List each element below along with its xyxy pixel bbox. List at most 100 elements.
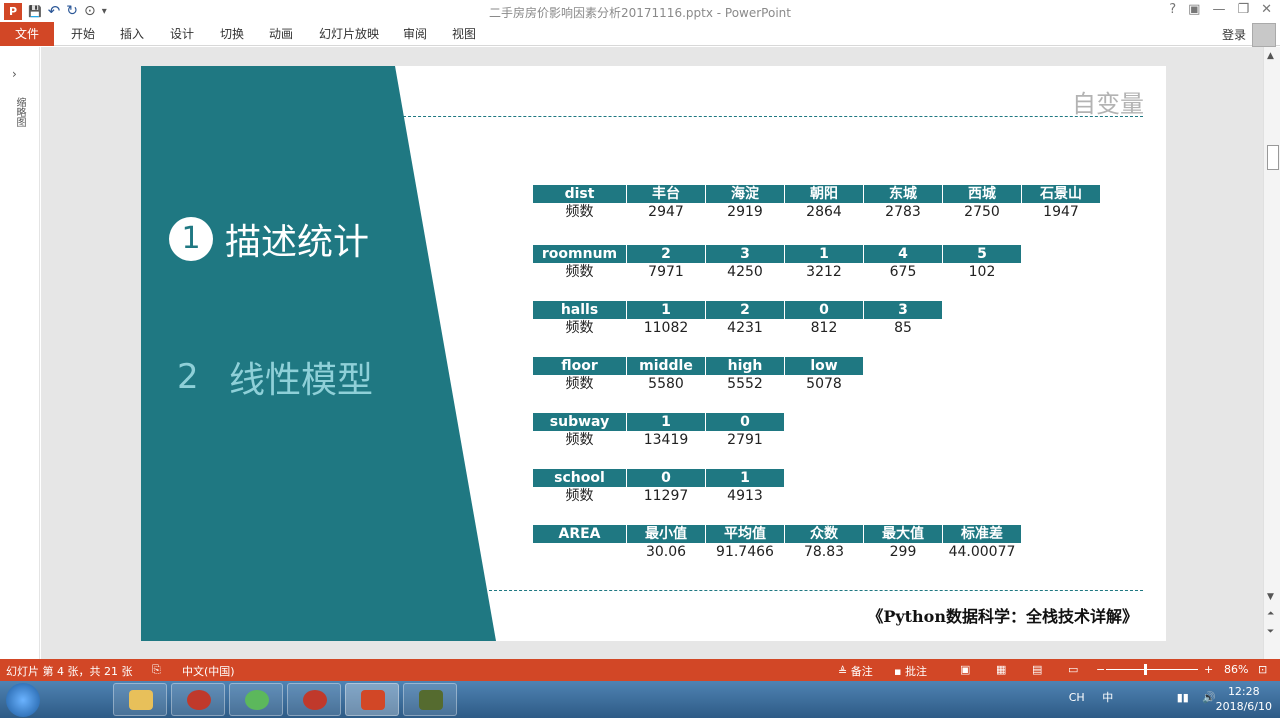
login-link[interactable]: 登录 bbox=[1222, 26, 1246, 43]
language-bar[interactable]: CH bbox=[1069, 691, 1085, 704]
status-bar: 幻灯片 第 4 张，共 21 张 ⎘ 中文(中国) ≜ 备注 ▪ 批注 ▣ ▦ … bbox=[0, 659, 1280, 681]
minimize-icon[interactable]: — bbox=[1212, 2, 1225, 17]
tab-view[interactable]: 视图 bbox=[452, 22, 476, 46]
zoom-level[interactable]: 86% bbox=[1224, 663, 1248, 676]
taskbar-powerpoint[interactable] bbox=[345, 683, 399, 716]
prev-slide-icon[interactable]: ⏶ bbox=[1267, 609, 1274, 619]
language-indicator[interactable]: 中文(中国) bbox=[182, 663, 235, 679]
table-cell: 299 bbox=[864, 543, 943, 561]
tab-slideshow[interactable]: 幻灯片放映 bbox=[319, 22, 379, 46]
tab-insert[interactable]: 插入 bbox=[120, 22, 144, 46]
expand-pane-icon[interactable]: › bbox=[12, 67, 17, 81]
tab-file[interactable]: 文件 bbox=[0, 22, 54, 46]
table-cell: 2791 bbox=[706, 431, 785, 449]
start-button[interactable] bbox=[6, 683, 40, 717]
table-row: 频数 13419 2791 bbox=[533, 431, 785, 449]
fit-slide-icon[interactable]: ⊡ bbox=[1258, 663, 1267, 676]
data-table: dist 丰台 海淀 朝阳 东城 西城 石景山 频数 2947 2919 2864 2783 2750 1… bbox=[533, 185, 1101, 221]
table-cell: 2864 bbox=[785, 203, 864, 221]
zoom-slider-thumb[interactable] bbox=[1144, 664, 1147, 675]
tab-design[interactable]: 设计 bbox=[170, 22, 194, 46]
reading-view-icon[interactable]: ▤ bbox=[1032, 663, 1042, 676]
app-icon bbox=[419, 690, 443, 710]
slide-count: 幻灯片 第 4 张，共 21 张 bbox=[6, 665, 133, 678]
table-header-cell: 3 bbox=[706, 245, 785, 263]
powerpoint-icon bbox=[361, 690, 385, 710]
ime-indicator[interactable]: 中 bbox=[1102, 691, 1113, 704]
slide-sorter-icon[interactable]: ▦ bbox=[996, 663, 1006, 676]
table-row: 频数 11082 4231 812 85 bbox=[533, 319, 943, 337]
table-cell: 4913 bbox=[706, 487, 785, 505]
table-header-cell: 0 bbox=[785, 301, 864, 319]
zoom-out-button[interactable]: − bbox=[1096, 663, 1105, 676]
scroll-down-icon[interactable]: ▼ bbox=[1267, 592, 1274, 602]
zoom-slider[interactable] bbox=[1106, 669, 1198, 670]
volume-icon[interactable]: 🔊 bbox=[1202, 691, 1216, 704]
table-header-cell: 0 bbox=[706, 413, 785, 431]
app-icon bbox=[303, 690, 327, 710]
table-cell: 11297 bbox=[627, 487, 706, 505]
table-cell: 频数 bbox=[533, 487, 627, 505]
spell-check-icon[interactable]: ⎘ bbox=[152, 663, 161, 677]
help-icon[interactable]: ? bbox=[1169, 2, 1176, 17]
clock-date: 2018/6/10 bbox=[1215, 700, 1272, 713]
table-row: 30.06 91.7466 78.83 299 44.00077 bbox=[533, 543, 1022, 561]
app-icon bbox=[187, 690, 211, 710]
table-header-cell: 石景山 bbox=[1022, 185, 1101, 203]
taskbar-app-3[interactable] bbox=[287, 683, 341, 716]
agenda-item-2: 2 线性模型 bbox=[177, 351, 373, 403]
table-header-cell: 1 bbox=[785, 245, 864, 263]
taskbar-app-1[interactable] bbox=[171, 683, 225, 716]
tab-home[interactable]: 开始 bbox=[71, 22, 95, 46]
table-header-row: school 0 1 bbox=[533, 469, 785, 487]
clock-time: 12:28 bbox=[1227, 685, 1260, 698]
comments-button[interactable]: ▪ 批注 bbox=[894, 663, 927, 679]
network-icon[interactable]: ▮▮ bbox=[1177, 691, 1189, 704]
table-header-row: dist 丰台 海淀 朝阳 东城 西城 石景山 bbox=[533, 185, 1101, 203]
table-cell: 11082 bbox=[627, 319, 706, 337]
data-table: floor middle high low 频数 5580 5552 5078 bbox=[533, 357, 864, 393]
table-cell: 78.83 bbox=[785, 543, 864, 561]
tab-animations[interactable]: 动画 bbox=[269, 22, 293, 46]
book-citation: 《Python数据科学：全栈技术详解》 bbox=[867, 607, 1138, 626]
thumbnail-pane-collapsed: › 缩略图 bbox=[0, 47, 40, 659]
table-header-row: roomnum 2 3 1 4 5 bbox=[533, 245, 1022, 263]
next-slide-icon[interactable]: ⏷ bbox=[1267, 627, 1274, 637]
table-cell bbox=[533, 543, 627, 561]
taskbar-explorer[interactable] bbox=[113, 683, 167, 716]
vertical-scrollbar[interactable]: ▲ ▼ ⏶ ⏷ bbox=[1263, 47, 1280, 659]
window-title: 二手房房价影响因素分析20171116.pptx - PowerPoint bbox=[489, 6, 791, 20]
zoom-in-button[interactable]: + bbox=[1204, 663, 1213, 676]
scrollbar-thumb[interactable] bbox=[1267, 145, 1279, 170]
normal-view-icon[interactable]: ▣ bbox=[960, 663, 970, 676]
user-avatar[interactable] bbox=[1252, 23, 1276, 47]
ribbon-display-icon[interactable]: ▣ bbox=[1188, 2, 1200, 17]
table-cell: 2783 bbox=[864, 203, 943, 221]
taskbar-clock[interactable]: 12:28 2018/6/10 bbox=[1216, 684, 1272, 714]
table-cell: 4231 bbox=[706, 319, 785, 337]
slide-canvas[interactable]: 自变量 1 描述统计 2 线性模型 dist 丰台 海淀 朝阳 东城 西城 石景山 频数 294… bbox=[141, 66, 1166, 641]
tab-transitions[interactable]: 切换 bbox=[220, 22, 244, 46]
scroll-up-icon[interactable]: ▲ bbox=[1267, 51, 1274, 61]
table-header-cell: low bbox=[785, 357, 864, 375]
table-cell: 85 bbox=[864, 319, 943, 337]
close-icon[interactable]: ✕ bbox=[1261, 2, 1272, 17]
table-cell: 频数 bbox=[533, 203, 627, 221]
notes-button[interactable]: ≜ 备注 bbox=[838, 663, 873, 679]
slide-heading: 自变量 bbox=[1072, 90, 1144, 118]
table-header-cell: 1 bbox=[706, 469, 785, 487]
taskbar-app-4[interactable] bbox=[403, 683, 457, 716]
table-cell: 91.7466 bbox=[706, 543, 785, 561]
table-header-cell: 众数 bbox=[785, 525, 864, 543]
notes-label: 备注 bbox=[850, 665, 873, 678]
restore-icon[interactable]: ❐ bbox=[1237, 2, 1249, 17]
table-cell: 频数 bbox=[533, 431, 627, 449]
taskbar-app-2[interactable] bbox=[229, 683, 283, 716]
tab-review[interactable]: 审阅 bbox=[403, 22, 427, 46]
slideshow-view-icon[interactable]: ▭ bbox=[1068, 663, 1078, 676]
table-cell: 7971 bbox=[627, 263, 706, 281]
table-cell: 频数 bbox=[533, 263, 627, 281]
table-cell: 2947 bbox=[627, 203, 706, 221]
table-header-row: subway 1 0 bbox=[533, 413, 785, 431]
thumbnail-pane-label[interactable]: 缩略图 bbox=[12, 97, 27, 127]
